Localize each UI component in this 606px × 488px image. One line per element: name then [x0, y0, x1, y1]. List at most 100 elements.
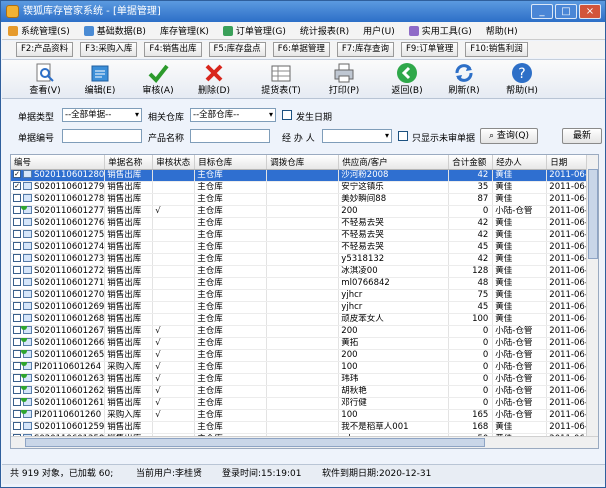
table-row[interactable]: S020110601278 销售出库 主仓库 美妙瞬间88 87 黄佳 2011-06-	[11, 193, 598, 206]
row-checkbox[interactable]	[13, 362, 21, 370]
quick-profit[interactable]: F10:销售利润	[465, 42, 528, 57]
row-checkbox[interactable]	[13, 290, 21, 298]
table-row[interactable]: S020110601261 销售出库 √ 主仓库 邓行健 0 小陆-仓管 2011-06-	[11, 397, 598, 410]
table-row[interactable]: S020110601259 销售出库 主仓库 我不是稻草人001 168 黄佳 2011-0…	[11, 421, 598, 434]
quick-orders[interactable]: F9:订单管理	[401, 42, 459, 57]
row-checkbox[interactable]	[13, 350, 21, 358]
quick-sales-out[interactable]: F4:销售出库	[144, 42, 202, 57]
handler-label: 经 办 人	[282, 134, 315, 144]
col-handler[interactable]: 经办人	[492, 155, 548, 170]
row-checkbox[interactable]: ✓	[13, 170, 21, 178]
table-row[interactable]: S020110601270 销售出库 主仓库 yjhcr 75 黄佳 2011-06-	[11, 289, 598, 302]
delivery-sheet-button[interactable]: 提货表(T)	[261, 62, 301, 96]
row-checkbox[interactable]	[13, 398, 21, 406]
table-row[interactable]: S020110601271 销售出库 主仓库 ml0766842 48 黄佳 2011-06…	[11, 277, 598, 290]
row-checkbox[interactable]: ✓	[13, 182, 21, 190]
menu-tools[interactable]: 实用工具(G)	[408, 24, 472, 37]
row-checkbox[interactable]	[13, 242, 21, 250]
row-checkbox[interactable]	[13, 206, 21, 214]
table-row[interactable]: S020110601274 销售出库 主仓库 不轻易去哭 45 黄佳 2011-06-	[11, 241, 598, 254]
row-checkbox[interactable]	[13, 314, 21, 322]
warehouse-select[interactable]: --全部仓库--	[190, 108, 276, 122]
table-row[interactable]: S020110601263 销售出库 √ 主仓库 玮玮 0 小陆-仓管 2011-06-	[11, 373, 598, 386]
table-row[interactable]: ✓ S020110601279 销售出库 主仓库 安宁这镇乐 35 黄佳 2011-06-	[11, 181, 598, 194]
table-row[interactable]: S020110601277 销售出库 √ 主仓库 200 0 小陆-仓管 2011-06-	[11, 205, 598, 218]
menu-system[interactable]: 系统管理(S)	[8, 24, 70, 37]
row-checkbox[interactable]	[13, 278, 21, 286]
table-row[interactable]: S020110601276 销售出库 主仓库 不轻易去哭 42 黄佳 2011-06-	[11, 217, 598, 230]
docno-input[interactable]	[62, 129, 142, 143]
minimize-button[interactable]: _	[531, 4, 553, 19]
row-checkbox[interactable]	[13, 266, 21, 274]
maximize-button[interactable]: □	[555, 4, 577, 19]
unaudited-checkbox[interactable]	[398, 131, 408, 141]
table-row[interactable]: PI20110601264 采购入库 √ 主仓库 100 0 小陆-仓管 2011-06-	[11, 361, 598, 374]
doctype-select[interactable]: --全部单据--	[62, 108, 142, 122]
col-customer[interactable]: 供应商/客户	[338, 155, 450, 170]
col-warehouse[interactable]: 目标仓库	[194, 155, 268, 170]
cell-tr	[266, 361, 340, 374]
quick-documents[interactable]: F6:单据管理	[272, 42, 330, 57]
row-checkbox[interactable]	[13, 338, 21, 346]
table-row[interactable]: S020110601268 销售出库 主仓库 顽皮苯女人 100 黄佳 2011-06-	[11, 313, 598, 326]
row-checkbox[interactable]	[13, 410, 21, 418]
table-row[interactable]: S020110601267 销售出库 √ 主仓库 200 0 小陆-仓管 2011-06-	[11, 325, 598, 338]
date-checkbox[interactable]	[282, 110, 292, 120]
row-checkbox[interactable]	[13, 254, 21, 262]
close-button[interactable]: ×	[579, 4, 601, 19]
scroll-thumb[interactable]	[25, 438, 485, 447]
row-checkbox[interactable]	[13, 230, 21, 238]
row-checkbox[interactable]	[13, 218, 21, 226]
print-button[interactable]: 打印(P)	[324, 62, 364, 96]
row-checkbox[interactable]	[13, 302, 21, 310]
table-row[interactable]: S020110601262 销售出库 √ 主仓库 胡秋艳 0 小陆-仓管 2011-06-	[11, 385, 598, 398]
delete-button[interactable]: 删除(D)	[194, 62, 234, 96]
cell-audit	[152, 169, 196, 182]
row-checkbox[interactable]	[13, 386, 21, 394]
quick-stocktake[interactable]: F5:库存盘点	[208, 42, 266, 57]
table-row[interactable]: S020110601269 销售出库 主仓库 yjhcr 45 黄佳 2011-06-	[11, 301, 598, 314]
cell-no: S020110601259	[11, 421, 106, 434]
handler-select[interactable]	[322, 129, 392, 143]
latest-button[interactable]: 最新	[562, 128, 602, 144]
col-number[interactable]: 编号	[11, 155, 106, 170]
col-doc-name[interactable]: 单据名称	[104, 155, 154, 170]
menu-users[interactable]: 用户(U)	[363, 24, 395, 37]
audit-button[interactable]: 审核(A)	[138, 62, 178, 96]
cell-audit	[152, 229, 196, 242]
table-row[interactable]: S020110601273 销售出库 主仓库 y5318132 42 黄佳 2011-06-	[11, 253, 598, 266]
view-button[interactable]: 查看(V)	[25, 62, 65, 96]
col-transfer[interactable]: 调拨仓库	[266, 155, 340, 170]
product-input[interactable]	[190, 129, 270, 143]
menu-inventory[interactable]: 库存管理(K)	[160, 24, 209, 37]
row-checkbox[interactable]	[13, 326, 21, 334]
refresh-button[interactable]: 刷新(R)	[444, 62, 484, 96]
back-button[interactable]: 返回(B)	[387, 62, 427, 96]
menu-orders[interactable]: 订单管理(G)	[222, 24, 286, 37]
table-row[interactable]: S020110601275 销售出库 主仓库 不轻易去哭 42 黄佳 2011-06-	[11, 229, 598, 242]
table-row[interactable]: ✓ S020110601280 销售出库 主仓库 沙河粉2008 42 黄佳 2011-06-	[11, 169, 598, 182]
table-row[interactable]: S020110601272 销售出库 主仓库 冰淇凌00 128 黄佳 2011-06-	[11, 265, 598, 278]
horizontal-scrollbar[interactable]	[11, 436, 598, 448]
help-button[interactable]: ? 帮助(H)	[502, 62, 542, 96]
quick-product-info[interactable]: F2:产品资料	[16, 42, 74, 57]
row-checkbox[interactable]	[13, 374, 21, 382]
menu-help[interactable]: 帮助(H)	[486, 24, 518, 37]
cell-wh: 主仓库	[194, 193, 268, 206]
scroll-thumb[interactable]	[588, 169, 598, 259]
row-checkbox[interactable]	[13, 422, 21, 430]
edit-button[interactable]: 编辑(E)	[80, 62, 120, 96]
col-amount[interactable]: 合计金额	[448, 155, 494, 170]
row-checkbox[interactable]	[13, 194, 21, 202]
query-button[interactable]: ⌕ 查询(Q)	[480, 128, 538, 144]
vertical-scrollbar[interactable]	[586, 155, 598, 448]
table-row[interactable]: S020110601266 销售出库 √ 主仓库 黄拓 0 小陆-仓管 2011-06-	[11, 337, 598, 350]
menu-basic-data[interactable]: 基础数据(B)	[83, 24, 146, 37]
table-row[interactable]: S020110601265 销售出库 √ 主仓库 200 0 小陆-仓管 2011-06-	[11, 349, 598, 362]
quick-stock-query[interactable]: F7:库存查询	[336, 42, 395, 57]
table-row[interactable]: PI20110601260 采购入库 √ 主仓库 100 165 小陆-仓管 2011-06-	[11, 409, 598, 422]
cell-name: 销售出库	[104, 421, 154, 434]
col-audit[interactable]: 审核状态	[152, 155, 196, 170]
quick-purchase-in[interactable]: F3:采购入库	[80, 42, 138, 57]
menu-reports[interactable]: 统计报表(R)	[300, 24, 349, 37]
